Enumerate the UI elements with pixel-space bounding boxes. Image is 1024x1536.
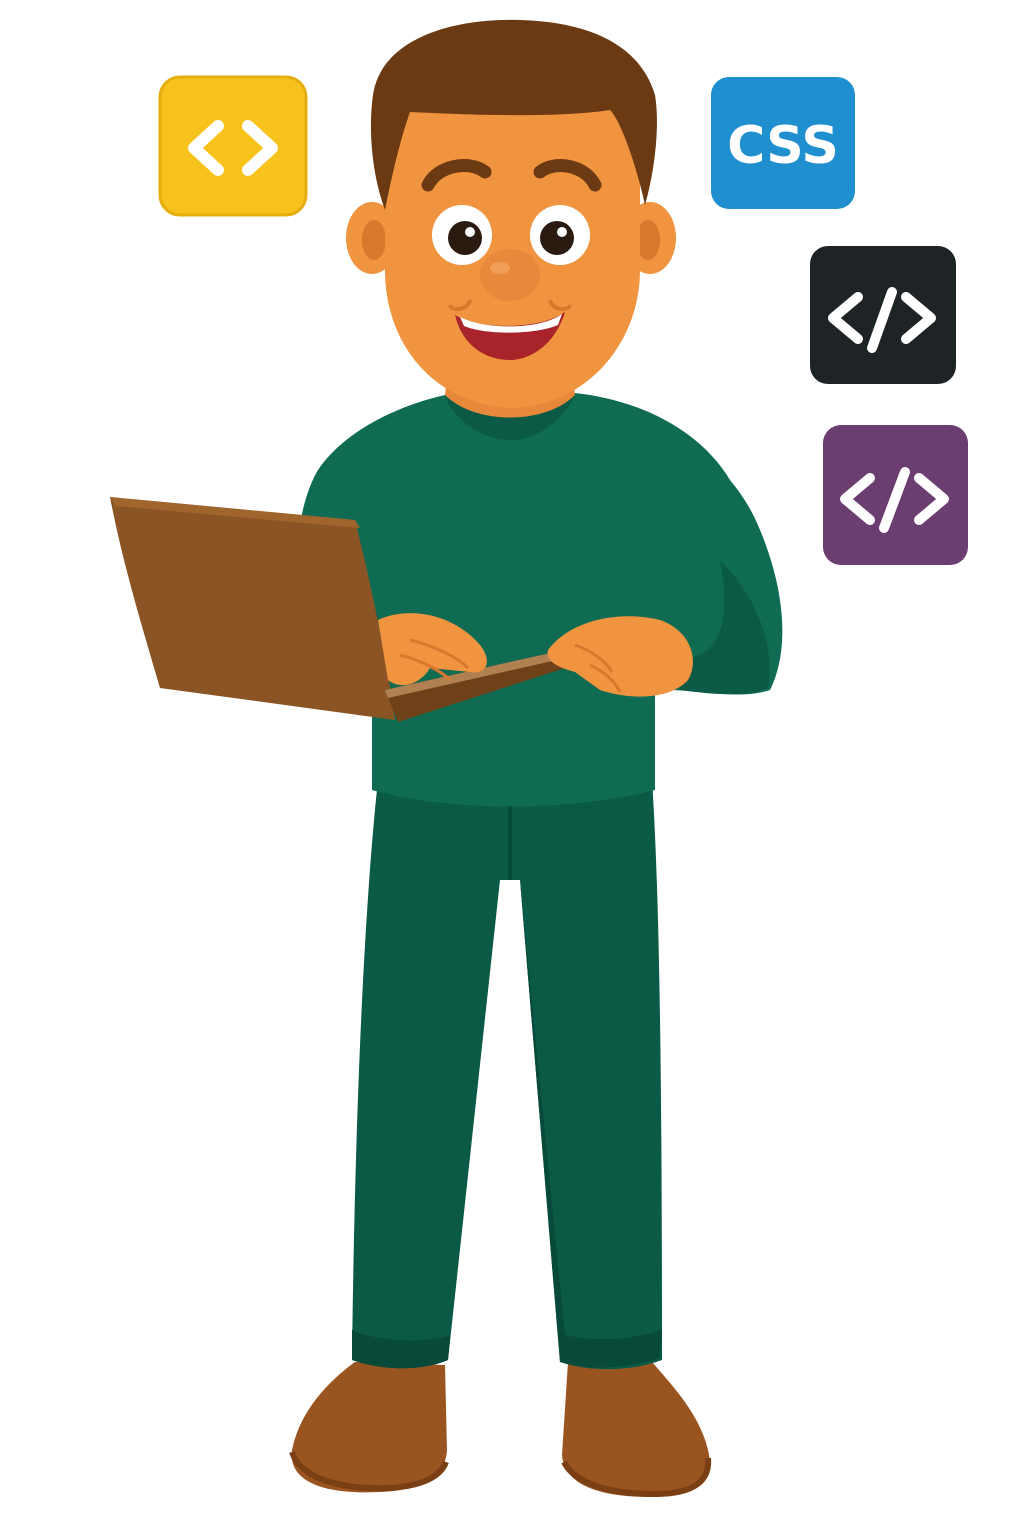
character bbox=[110, 19, 783, 1498]
right-eye bbox=[530, 205, 590, 265]
left-eye bbox=[432, 205, 492, 265]
left-shoe bbox=[289, 1362, 449, 1493]
css-tile: CSS bbox=[711, 77, 855, 209]
right-shoe bbox=[561, 1362, 712, 1498]
pants bbox=[352, 780, 662, 1370]
html-tile bbox=[158, 75, 308, 217]
code-tile-purple bbox=[823, 425, 968, 565]
nose bbox=[480, 249, 540, 301]
head bbox=[346, 19, 676, 408]
illustration: CSS bbox=[110, 19, 968, 1498]
code-tile-dark bbox=[810, 246, 956, 384]
css-tile-label: CSS bbox=[727, 116, 839, 176]
